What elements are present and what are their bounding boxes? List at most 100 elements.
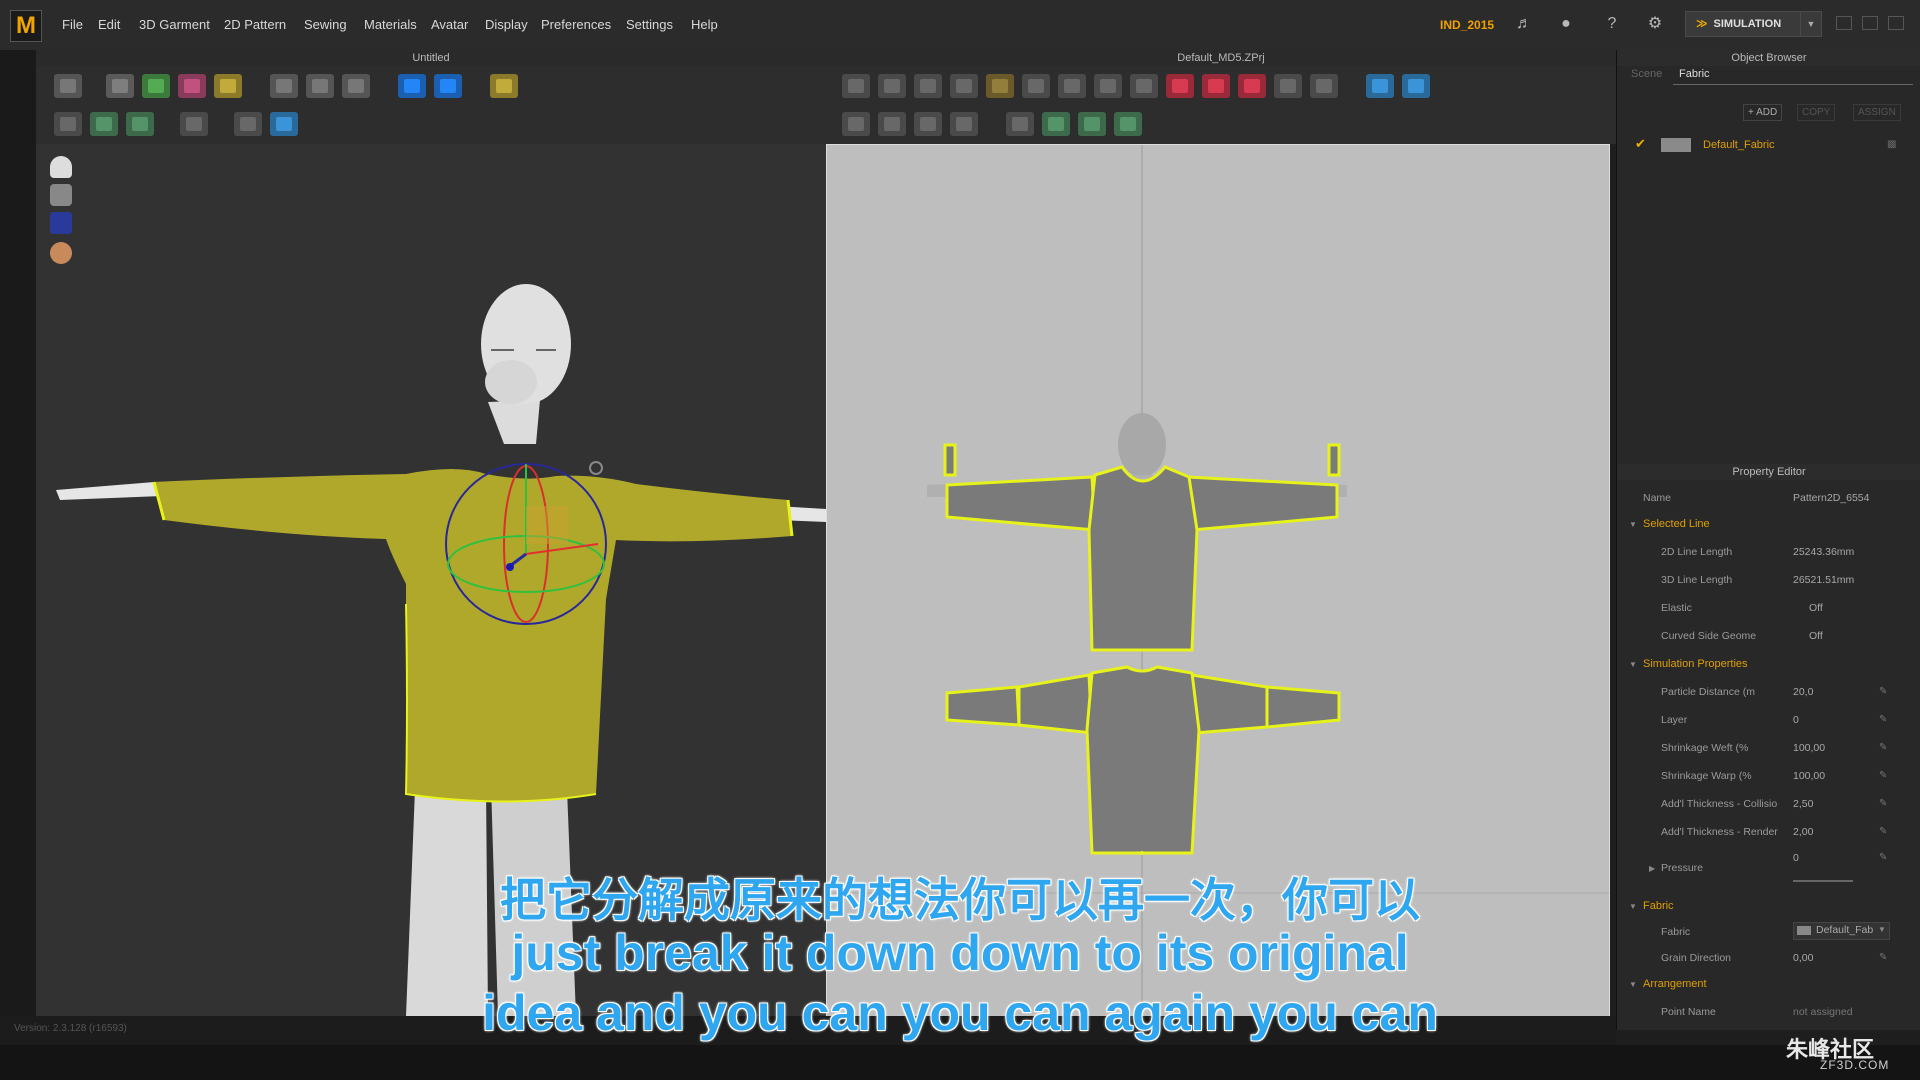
pin-icon[interactable] (270, 74, 298, 98)
add-button[interactable]: + ADD (1743, 104, 1783, 121)
internal-rect-icon[interactable] (1202, 74, 1230, 98)
assign-button[interactable]: ASSIGN (1853, 104, 1901, 121)
trace-icon[interactable] (1310, 74, 1338, 98)
internal-polygon-icon[interactable] (1166, 74, 1194, 98)
prop-label: Particle Distance (m (1661, 686, 1755, 698)
multi-sewing-icon[interactable] (950, 112, 978, 136)
help-icon[interactable]: ? (1601, 13, 1623, 35)
pressure-value[interactable]: 0 (1793, 852, 1799, 864)
prop-label: 2D Line Length (1661, 546, 1733, 558)
button-tool-icon[interactable] (234, 112, 262, 136)
pencil-icon[interactable]: ✎ (1879, 770, 1887, 781)
name-value[interactable]: Pattern2D_6554 (1793, 492, 1869, 504)
menu-bar: M File Edit 3D Garment 2D Pattern Sewing… (0, 0, 1920, 51)
elastic-toggle[interactable]: Off (1809, 602, 1823, 614)
bottom-strip (0, 1045, 1920, 1080)
measure-icon[interactable] (270, 112, 298, 136)
prop-value[interactable]: 0 (1793, 714, 1799, 726)
menu-avatar[interactable]: Avatar (431, 17, 468, 32)
menu-materials[interactable]: Materials (364, 17, 417, 32)
fold-2d-icon[interactable] (1114, 112, 1142, 136)
free-topstitch-icon[interactable] (1042, 112, 1070, 136)
menu-file[interactable]: File (62, 17, 83, 32)
menu-help[interactable]: Help (691, 17, 718, 32)
prop-value[interactable]: 2,00 (1793, 826, 1813, 838)
prop-value[interactable]: 20,0 (1793, 686, 1813, 698)
save-icon[interactable] (54, 74, 82, 98)
prop-label: Add'l Thickness - Collisio (1661, 798, 1778, 810)
pencil-icon[interactable]: ✎ (1879, 686, 1887, 697)
menu-edit[interactable]: Edit (98, 17, 120, 32)
pencil-icon[interactable]: ✎ (1879, 714, 1887, 725)
internal-circle-icon[interactable] (1238, 74, 1266, 98)
speaker-icon[interactable]: ♬ (1513, 13, 1535, 35)
pencil-icon[interactable]: ✎ (1879, 826, 1887, 837)
select-move-icon[interactable] (106, 74, 134, 98)
user-icon[interactable]: ● (1555, 13, 1577, 35)
sew-3d-icon[interactable] (54, 112, 82, 136)
tab-scene[interactable]: Scene (1631, 68, 1662, 80)
menu-settings[interactable]: Settings (626, 17, 673, 32)
menu-3d-garment[interactable]: 3D Garment (139, 17, 210, 32)
avatar-tool-icon[interactable] (342, 74, 370, 98)
copy-button[interactable]: COPY (1797, 104, 1836, 121)
simulation-properties-title[interactable]: Simulation Properties (1643, 658, 1748, 670)
transform-icon[interactable] (842, 74, 870, 98)
section-arrow-icon[interactable]: ▼ (1629, 520, 1637, 529)
garment-icon[interactable] (142, 74, 170, 98)
edit-point-icon[interactable] (878, 74, 906, 98)
sew-3d-b-icon[interactable] (90, 112, 118, 136)
rectangle-icon[interactable] (1094, 74, 1122, 98)
topstitch-icon[interactable] (126, 112, 154, 136)
simulation-dropdown[interactable]: ▼ (1800, 11, 1822, 37)
prop-label: Layer (1661, 714, 1688, 726)
circle-icon[interactable] (1130, 74, 1158, 98)
add-point-icon[interactable] (986, 74, 1014, 98)
pencil-icon[interactable]: ✎ (1879, 798, 1887, 809)
graphic-icon[interactable] (1402, 74, 1430, 98)
texture-edit-icon[interactable] (1366, 74, 1394, 98)
polygon-icon[interactable] (1058, 74, 1086, 98)
segment-sewing-icon[interactable] (878, 112, 906, 136)
check-icon: ✔ (1635, 136, 1646, 151)
close-button[interactable] (1888, 16, 1904, 30)
shirt-blue-icon[interactable] (398, 74, 426, 98)
fabric-swatch[interactable] (1661, 138, 1691, 152)
prop-value[interactable]: 2,50 (1793, 798, 1813, 810)
simulation-button[interactable]: ≫ SIMULATION (1685, 11, 1802, 37)
topstitch-2d-icon[interactable] (1006, 112, 1034, 136)
menu-display[interactable]: Display (485, 17, 528, 32)
curved-side-toggle[interactable]: Off (1809, 630, 1823, 642)
menu-2d-pattern[interactable]: 2D Pattern (224, 17, 286, 32)
edit-sewing-icon[interactable] (842, 112, 870, 136)
menu-sewing[interactable]: Sewing (304, 17, 347, 32)
maximize-button[interactable] (1862, 16, 1878, 30)
pencil-icon[interactable]: ✎ (1879, 742, 1887, 753)
prop-value[interactable]: 100,00 (1793, 742, 1825, 754)
mode-icon[interactable]: ⚙ (1644, 13, 1666, 35)
section-arrow-icon[interactable]: ▼ (1629, 660, 1637, 669)
selected-line-title[interactable]: Selected Line (1643, 518, 1710, 530)
minimize-button[interactable] (1836, 16, 1852, 30)
curve-point-icon[interactable] (950, 74, 978, 98)
prop-value[interactable]: 100,00 (1793, 770, 1825, 782)
menu-preferences[interactable]: Preferences (541, 17, 611, 32)
fabric-menu-icon[interactable]: ▩ (1887, 139, 1896, 150)
dart-icon[interactable] (1274, 74, 1302, 98)
slash-icon[interactable] (1022, 74, 1050, 98)
pose-icon[interactable] (490, 74, 518, 98)
tack-icon[interactable] (180, 112, 208, 136)
fabric-item-name[interactable]: Default_Fabric (1703, 139, 1775, 151)
fold-icon[interactable] (306, 74, 334, 98)
tab-fabric[interactable]: Fabric (1679, 68, 1710, 80)
pants-blue-icon[interactable] (434, 74, 462, 98)
prop-value: 26521.51mm (1793, 574, 1855, 586)
seam-icon[interactable] (1078, 112, 1106, 136)
object-browser-title: Object Browser (1617, 50, 1920, 66)
garment-yellow-icon[interactable] (214, 74, 242, 98)
free-sewing-icon[interactable] (914, 112, 942, 136)
subtitle-english-line2: idea and you can you can again you can (482, 985, 1438, 1041)
pencil-icon[interactable]: ✎ (1879, 852, 1887, 863)
edit-curve-icon[interactable] (914, 74, 942, 98)
garment-red-icon[interactable] (178, 74, 206, 98)
